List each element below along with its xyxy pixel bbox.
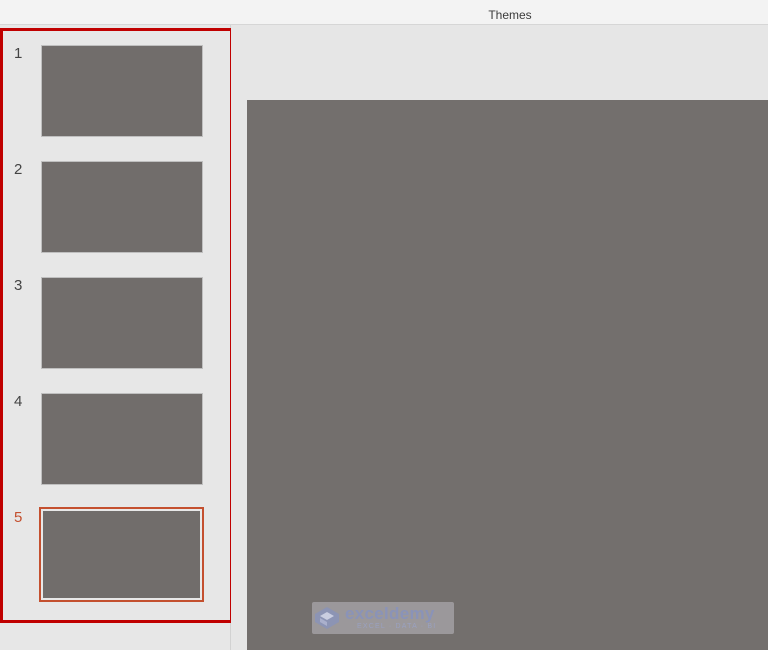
exceldemy-logo-icon	[315, 607, 339, 629]
slide-number: 3	[14, 277, 23, 294]
slide-number: 2	[14, 161, 23, 178]
slide-thumbnail-image[interactable]	[41, 277, 203, 369]
watermark-tagline: EXCEL · DATA · BI	[357, 623, 437, 630]
slide-thumbnail-1[interactable]: 1	[0, 45, 228, 155]
themes-group-label: Themes	[488, 8, 532, 22]
slide-number: 4	[14, 393, 23, 410]
slide-thumbnail-2[interactable]: 2	[0, 161, 228, 271]
slide-thumbnail-image[interactable]	[41, 393, 203, 485]
exceldemy-watermark: exceldemy EXCEL · DATA · BI	[312, 602, 454, 634]
slide-thumbnail-image[interactable]	[41, 45, 203, 137]
watermark-name: exceldemy	[345, 604, 435, 623]
slide-thumbnail-image[interactable]	[41, 161, 203, 253]
slide-thumbnail-3[interactable]: 3	[0, 277, 228, 387]
slide-thumbnail-pane: 1 2 3 4 5	[0, 25, 231, 650]
slide-number: 5	[14, 509, 23, 526]
ribbon-strip: Themes	[0, 0, 768, 25]
slide-thumbnail-5[interactable]: 5	[0, 507, 228, 619]
main-slide-canvas[interactable]	[247, 100, 768, 650]
slide-number: 1	[14, 45, 23, 62]
slide-thumbnail-image[interactable]	[39, 507, 204, 602]
slide-thumbnail-4[interactable]: 4	[0, 393, 228, 503]
